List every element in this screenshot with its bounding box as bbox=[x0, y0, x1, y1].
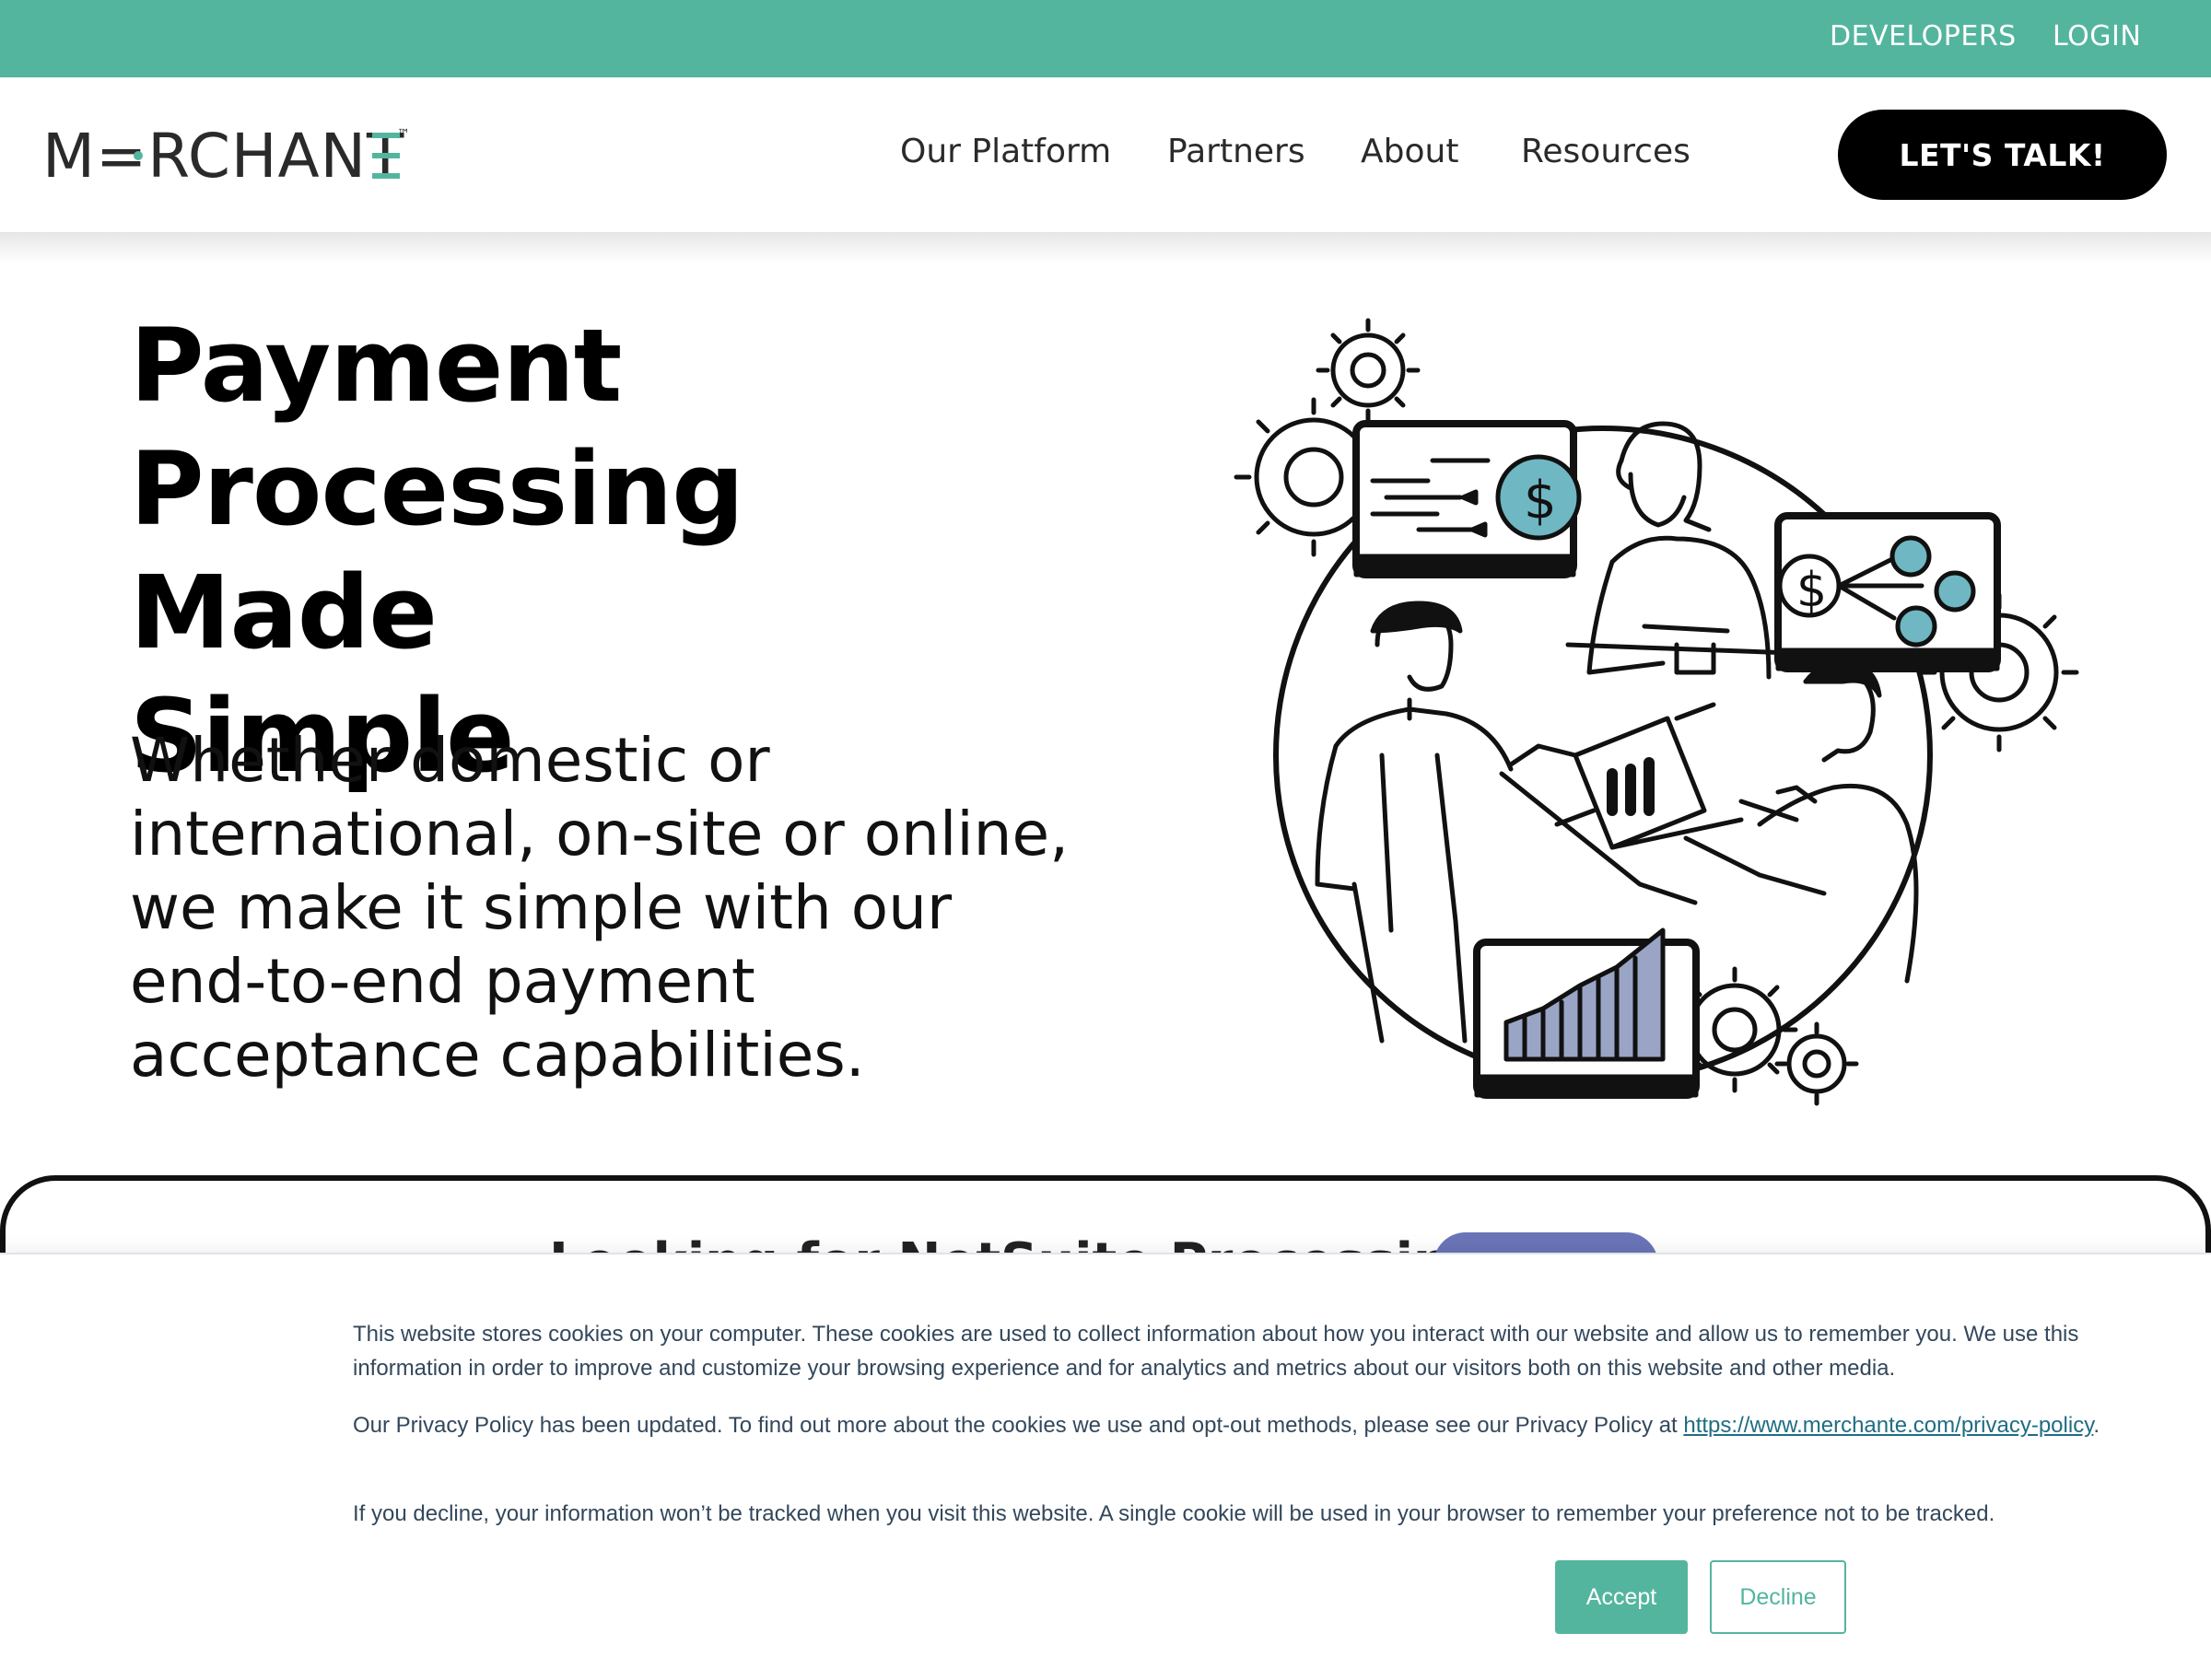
main-header: M=RCHANT= ™ Our Platform Partners About … bbox=[0, 77, 2211, 232]
user-icon bbox=[1895, 605, 1937, 648]
svg-text:M=RCHANT=: M=RCHANT= bbox=[42, 125, 411, 186]
gear-icon bbox=[1774, 1021, 1859, 1106]
gear-icon bbox=[1316, 318, 1421, 423]
nav-our-platform[interactable]: Our Platform bbox=[900, 133, 1111, 170]
login-link[interactable]: LOGIN bbox=[2053, 20, 2141, 52]
merchante-logo[interactable]: M=RCHANT= ™ bbox=[42, 125, 411, 186]
dollar-monitor: $ bbox=[1352, 420, 1582, 578]
privacy-policy-link[interactable]: https://www.merchante.com/privacy-policy bbox=[1683, 1413, 2093, 1438]
hero-subtitle-line: Whether domestic or bbox=[130, 725, 770, 796]
cookie-text-2-body: Our Privacy Policy has been updated. To … bbox=[353, 1413, 1684, 1438]
user-icon bbox=[1889, 535, 1932, 578]
lets-talk-button[interactable]: LET'S TALK! bbox=[1838, 110, 2167, 200]
decline-button[interactable]: Decline bbox=[1710, 1560, 1846, 1634]
cookie-text-2: Our Privacy Policy has been updated. To … bbox=[353, 1408, 2103, 1442]
nav-about[interactable]: About bbox=[1361, 133, 1458, 170]
svg-text:$: $ bbox=[1524, 471, 1557, 531]
chart-monitor bbox=[1473, 928, 1700, 1099]
laptop-icon bbox=[1554, 702, 1744, 850]
developers-link[interactable]: DEVELOPERS bbox=[1830, 20, 2017, 52]
svg-text:$: $ bbox=[1796, 563, 1827, 618]
nav-partners[interactable]: Partners bbox=[1167, 133, 1305, 170]
hero-subtitle-line: international, on-site or online, bbox=[130, 799, 1070, 869]
network-monitor: $ bbox=[1774, 512, 2001, 672]
header-shadow bbox=[0, 232, 2211, 263]
cookie-text-1: This website stores cookies on your comp… bbox=[353, 1322, 2079, 1381]
svg-text:™: ™ bbox=[397, 127, 410, 142]
nav-resources[interactable]: Resources bbox=[1521, 133, 1690, 170]
hero-subtitle: Whether domestic or international, on-si… bbox=[130, 724, 1125, 1092]
cookie-text-3: If you decline, your information won’t b… bbox=[353, 1501, 1995, 1526]
hero-subtitle-line: we make it simple with our bbox=[130, 872, 953, 943]
hero-title-line: Processing Made bbox=[130, 430, 744, 671]
hero-illustration: $ $ bbox=[1234, 318, 2079, 1106]
top-utility-bar: DEVELOPERS LOGIN bbox=[0, 0, 2211, 77]
accept-button[interactable]: Accept bbox=[1555, 1560, 1688, 1634]
cookie-text-2-end: . bbox=[2093, 1413, 2100, 1438]
cookie-banner: This website stores cookies on your comp… bbox=[0, 1253, 2211, 1680]
hero-subtitle-line: acceptance capabilities. bbox=[130, 1020, 865, 1091]
hero-subtitle-line: end-to-end payment bbox=[130, 946, 755, 1017]
hero-title-line: Payment bbox=[130, 307, 622, 425]
user-icon bbox=[1934, 570, 1976, 612]
